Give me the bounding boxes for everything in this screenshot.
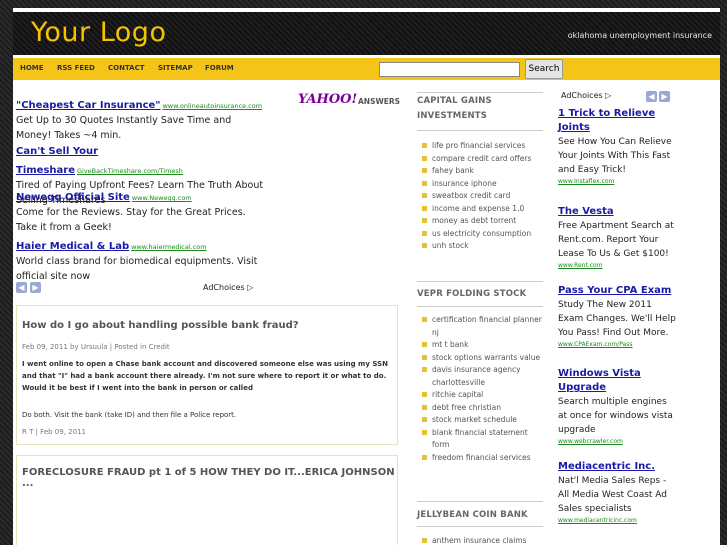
divider bbox=[417, 92, 543, 93]
ad-title[interactable]: Haier Medical & Lab bbox=[16, 241, 129, 252]
ad-url[interactable]: www.webcrawler.com bbox=[558, 437, 678, 447]
list-item[interactable]: anthem insurance claims bbox=[422, 535, 546, 545]
list-item[interactable]: certification financial planner nj bbox=[422, 314, 546, 339]
chevron-right-icon[interactable]: ▶ bbox=[30, 282, 41, 293]
sidebar-ad[interactable]: Mediacentric Inc. Nat'l Media Sales Reps… bbox=[558, 460, 678, 526]
ad-url[interactable]: www.Instaflex.com bbox=[558, 177, 678, 187]
list-item[interactable]: us electricity consumption bbox=[422, 228, 546, 241]
ad-description: Search multiple engines at once for wind… bbox=[558, 397, 673, 435]
chevron-right-icon[interactable]: ▶ bbox=[659, 91, 670, 102]
list-item[interactable]: money as debt torrent bbox=[422, 215, 546, 228]
sidebar-ad[interactable]: Pass Your CPA Exam Study The New 2011 Ex… bbox=[558, 284, 678, 350]
adchoices-link[interactable]: AdChoices ▷ bbox=[203, 283, 253, 292]
chevron-left-icon[interactable]: ◀ bbox=[646, 91, 657, 102]
nav-rss-feed[interactable]: RSS FEED bbox=[57, 64, 95, 72]
sidebar-ad[interactable]: The Vesta Free Apartment Search at Rent.… bbox=[558, 205, 678, 271]
text-ad[interactable]: Haier Medical & Lab www.haiermedical.com … bbox=[16, 234, 266, 284]
list-item[interactable]: insurance iphone bbox=[422, 178, 546, 191]
ad-url[interactable]: www.onlineautoinsurance.com bbox=[162, 102, 262, 110]
list-item[interactable]: fahey bank bbox=[422, 165, 546, 178]
ad-title[interactable]: 1 Trick to Relieve Joints bbox=[558, 107, 678, 135]
sidebar-ad[interactable]: Windows Vista Upgrade Search multiple en… bbox=[558, 367, 678, 447]
ad-url[interactable]: www.CPAExam.com/Pass bbox=[558, 340, 678, 350]
ad-title[interactable]: Mediacentric Inc. bbox=[558, 460, 678, 474]
yahoo-logo: YAHOO! bbox=[298, 92, 358, 107]
divider bbox=[417, 526, 543, 527]
adchoices-label: AdChoices bbox=[561, 91, 603, 100]
section-heading: CAPITAL GAINS INVESTMENTS bbox=[417, 96, 492, 121]
ad-description: Free Apartment Search at Rent.com. Repor… bbox=[558, 221, 674, 259]
chevron-left-icon[interactable]: ◀ bbox=[16, 282, 27, 293]
ad-title[interactable]: Newegg Official Site bbox=[16, 192, 130, 203]
post-question: I went online to open a Chase bank accou… bbox=[22, 360, 388, 392]
list-item[interactable]: life pro financial services bbox=[422, 140, 546, 153]
list-item[interactable]: davis insurance agency charlottesville bbox=[422, 364, 546, 389]
video-post: FORECLOSURE FRAUD pt 1 of 5 HOW THEY DO … bbox=[16, 455, 398, 545]
list-item[interactable]: freedom financial services bbox=[422, 452, 546, 465]
text-ad[interactable]: Newegg Official Site www.Newegg.com Come … bbox=[16, 185, 266, 235]
ad-title[interactable]: "Cheapest Car Insurance" bbox=[16, 100, 160, 111]
ad-url[interactable]: www.mediacentricinc.com bbox=[558, 516, 678, 526]
ad-url[interactable]: GiveBackTimeshare.com/Timesh bbox=[77, 167, 183, 175]
link-list: certification financial planner nj mt t … bbox=[422, 314, 546, 464]
nav-sitemap[interactable]: SITEMAP bbox=[158, 64, 193, 72]
list-item[interactable]: blank financial statement form bbox=[422, 427, 546, 452]
divider bbox=[417, 281, 543, 282]
adchoices-icon: ▷ bbox=[605, 91, 612, 100]
list-item[interactable]: debt free christian bbox=[422, 402, 546, 415]
search-input[interactable] bbox=[379, 62, 520, 77]
list-item[interactable]: income and expense 1.0 bbox=[422, 203, 546, 216]
site-header: Your Logo oklahoma unemployment insuranc… bbox=[13, 12, 720, 55]
site-tagline: oklahoma unemployment insurance bbox=[567, 31, 712, 40]
nav-contact[interactable]: CONTACT bbox=[108, 64, 145, 72]
adchoices-label: AdChoices bbox=[203, 283, 245, 292]
divider bbox=[417, 306, 543, 307]
section-heading: JELLYBEAN COIN BANK bbox=[417, 510, 528, 520]
divider bbox=[417, 501, 543, 502]
nav-home[interactable]: HOME bbox=[20, 64, 44, 72]
link-list: anthem insurance claims bbox=[422, 535, 546, 545]
ad-description: Study The New 2011 Exam Changes. We'll H… bbox=[558, 300, 676, 338]
list-item[interactable]: compare credit card offers bbox=[422, 153, 546, 166]
section-heading: VEPR FOLDING STOCK bbox=[417, 289, 527, 299]
list-item[interactable]: stock market schedule bbox=[422, 414, 546, 427]
question-post: How do I go about handling possible bank… bbox=[16, 305, 398, 445]
page-frame: Your Logo oklahoma unemployment insuranc… bbox=[13, 8, 720, 545]
link-list: life pro financial services compare cred… bbox=[422, 140, 546, 253]
divider bbox=[417, 130, 543, 131]
ad-description: Come for the Reviews. Stay for the Great… bbox=[16, 207, 246, 233]
site-logo[interactable]: Your Logo bbox=[31, 17, 166, 48]
list-item[interactable]: ritchie capital bbox=[422, 389, 546, 402]
ad-title[interactable]: Pass Your CPA Exam bbox=[558, 284, 678, 298]
ad-description: World class brand for biomedical equipme… bbox=[16, 256, 258, 282]
nav-bar: HOME RSS FEED CONTACT SITEMAP FORUM Sear… bbox=[13, 58, 720, 80]
ad-title[interactable]: Windows Vista Upgrade bbox=[558, 367, 678, 395]
list-item[interactable]: unh stock bbox=[422, 240, 546, 253]
nav-forum[interactable]: FORUM bbox=[205, 64, 234, 72]
answer-meta: R T | Feb 09, 2011 bbox=[22, 428, 86, 436]
ad-url[interactable]: www.haiermedical.com bbox=[131, 243, 206, 251]
list-item[interactable]: stock options warrants value bbox=[422, 352, 546, 365]
ad-description: Nat'l Media Sales Reps - All Media West … bbox=[558, 476, 667, 514]
ad-url[interactable]: www.Rent.com bbox=[558, 261, 678, 271]
list-item[interactable]: sweatbox credit card bbox=[422, 190, 546, 203]
post-title[interactable]: How do I go about handling possible bank… bbox=[22, 320, 299, 331]
list-item[interactable]: mt t bank bbox=[422, 339, 546, 352]
ad-url[interactable]: www.Newegg.com bbox=[132, 194, 192, 202]
adchoices-icon: ▷ bbox=[247, 283, 254, 292]
text-ad[interactable]: "Cheapest Car Insurance" www.onlineautoin… bbox=[16, 93, 266, 143]
yahoo-answers-label: ANSWERS bbox=[358, 97, 401, 106]
post-title[interactable]: FORECLOSURE FRAUD pt 1 of 5 HOW THEY DO … bbox=[22, 467, 397, 489]
ad-description: See How You Can Relieve Your Joints With… bbox=[558, 137, 672, 175]
post-answer: Do both. Visit the bank (take ID) and th… bbox=[22, 411, 237, 419]
search-button[interactable]: Search bbox=[525, 59, 563, 79]
adchoices-link[interactable]: AdChoices ▷ bbox=[561, 91, 611, 100]
ad-title[interactable]: The Vesta bbox=[558, 205, 678, 219]
post-meta: Feb 09, 2011 by Ursuula | Posted in Cred… bbox=[22, 343, 170, 351]
sidebar-ad[interactable]: 1 Trick to Relieve Joints See How You Ca… bbox=[558, 107, 678, 187]
